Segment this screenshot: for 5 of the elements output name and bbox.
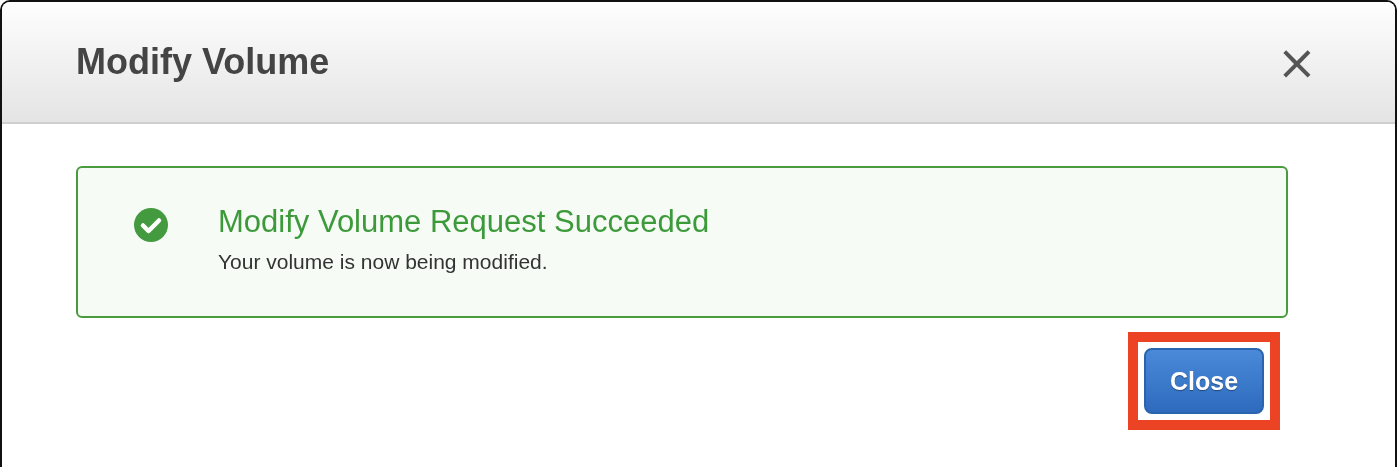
check-circle-icon: [134, 208, 168, 242]
alert-title: Modify Volume Request Succeeded: [218, 204, 710, 240]
dialog-title: Modify Volume: [76, 41, 330, 83]
close-button[interactable]: Close: [1144, 348, 1264, 414]
alert-message: Your volume is now being modified.: [218, 250, 549, 274]
